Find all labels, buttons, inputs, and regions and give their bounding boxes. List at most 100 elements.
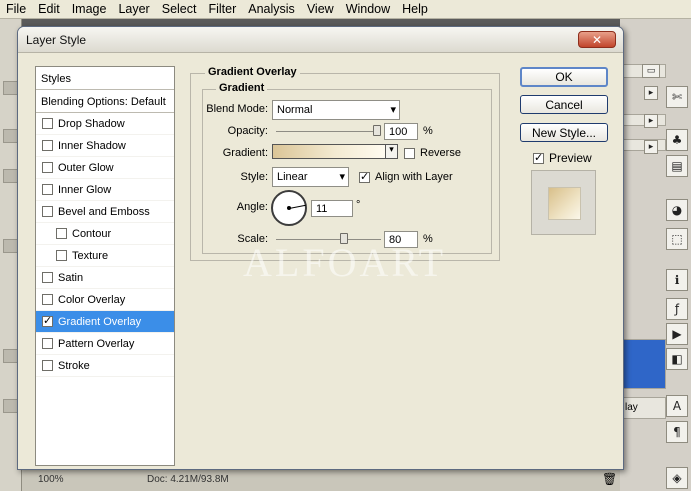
preview-checkbox[interactable]: Preview (533, 151, 592, 165)
style-item-inner-glow[interactable]: Inner Glow (36, 179, 174, 201)
menu-item-edit[interactable]: Edit (32, 0, 66, 19)
chevron-down-icon: ▾ (389, 145, 394, 155)
style-checkbox[interactable] (56, 228, 67, 239)
style-checkbox[interactable] (42, 118, 53, 129)
style-item-label: Color Overlay (58, 293, 126, 306)
cancel-button[interactable]: Cancel (520, 95, 608, 114)
doc-size: Doc: 4.21M/93.8M (147, 474, 229, 485)
watermark: ALFOART (243, 240, 447, 285)
style-checkbox[interactable] (42, 206, 53, 217)
panel-arrow-icon[interactable]: ▸ (644, 114, 658, 128)
gradient-subtitle: Gradient (216, 82, 268, 94)
style-item-stroke[interactable]: Stroke (36, 355, 174, 377)
clone-source-icon[interactable]: ▤ (666, 155, 688, 177)
style-item-texture[interactable]: Texture (36, 245, 174, 267)
close-icon: ✕ (591, 32, 603, 47)
style-item-contour[interactable]: Contour (36, 223, 174, 245)
angle-dial[interactable] (271, 190, 307, 226)
brush-preset-icon[interactable]: ♣ (666, 129, 688, 151)
reverse-checkbox[interactable]: Reverse (404, 147, 461, 159)
menu-item-layer[interactable]: Layer (112, 0, 155, 19)
panel-strip (620, 139, 666, 151)
gradient-swatch[interactable] (272, 144, 386, 159)
panel-strip (620, 114, 666, 126)
angle-input[interactable]: 11 (311, 200, 353, 217)
style-item-color-overlay[interactable]: Color Overlay (36, 289, 174, 311)
menu-item-image[interactable]: Image (66, 0, 113, 19)
opacity-slider-track[interactable] (276, 131, 381, 132)
style-item-drop-shadow[interactable]: Drop Shadow (36, 113, 174, 135)
menu-bar: File Edit Image Layer Select Filter Analysis Vi… (0, 0, 691, 19)
reverse-checkbox-box[interactable] (404, 147, 415, 159)
style-item-label: Outer Glow (58, 161, 114, 174)
character-icon[interactable]: A (666, 395, 688, 417)
close-button[interactable]: ✕ (578, 31, 616, 48)
style-item-pattern-overlay[interactable]: Pattern Overlay (36, 333, 174, 355)
menu-item-view[interactable]: View (301, 0, 340, 19)
maximize-icon[interactable]: ▭ (642, 64, 660, 78)
color-icon[interactable]: ◕ (666, 199, 688, 221)
align-checkbox-box[interactable] (359, 170, 370, 183)
info-icon[interactable]: ℹ (666, 269, 688, 291)
blending-options-item[interactable]: Blending Options: Default (36, 90, 174, 113)
reverse-label: Reverse (420, 147, 461, 159)
fx-icon[interactable]: ƒ (666, 298, 688, 320)
style-item-label: Contour (72, 227, 112, 240)
new-style-button[interactable]: New Style... (520, 123, 608, 142)
status-bar: 100% Doc: 4.21M/93.8M 🗑 (22, 468, 620, 491)
layers-comp-icon[interactable]: ◧ (666, 348, 688, 370)
style-item-inner-shadow[interactable]: Inner Shadow (36, 135, 174, 157)
style-item-satin[interactable]: Satin (36, 267, 174, 289)
layers-icon[interactable]: ◈ (666, 467, 688, 489)
style-checkbox[interactable] (42, 294, 53, 305)
preview-swatch (548, 187, 581, 220)
tools-icon[interactable]: ✄ (666, 86, 688, 108)
style-item-label: Texture (72, 249, 109, 262)
angle-unit: ° (356, 199, 361, 211)
style-checkbox[interactable] (42, 360, 53, 371)
style-checkbox[interactable] (42, 272, 53, 283)
style-value: Linear (277, 171, 308, 183)
menu-item-analysis[interactable]: Analysis (242, 0, 301, 19)
style-item-label: Inner Glow (58, 183, 112, 196)
opacity-slider-thumb[interactable] (373, 125, 381, 136)
style-item-gradient-overlay[interactable]: Gradient Overlay (36, 311, 174, 333)
style-item-outer-glow[interactable]: Outer Glow (36, 157, 174, 179)
align-with-layer-checkbox[interactable]: Align with Layer (359, 170, 453, 183)
paragraph-icon[interactable]: ¶ (666, 421, 688, 443)
opacity-input[interactable]: 100 (384, 123, 418, 140)
blend-mode-label: Blend Mode: (206, 103, 268, 115)
menu-item-file[interactable]: File (0, 0, 32, 19)
style-item-label: Drop Shadow (58, 117, 125, 130)
navigator-icon[interactable]: ⬚ (666, 228, 688, 250)
style-checkbox[interactable] (42, 338, 53, 349)
gradient-overlay-title: Gradient Overlay (205, 66, 300, 78)
actions-icon[interactable]: ▶ (666, 323, 688, 345)
style-item-bevel-and-emboss[interactable]: Bevel and Emboss (36, 201, 174, 223)
styles-header[interactable]: Styles (36, 67, 174, 90)
align-label: Align with Layer (375, 171, 453, 183)
gradient-dropdown[interactable]: ▾ (386, 144, 398, 159)
preview-label: Preview (549, 151, 592, 165)
menu-item-window[interactable]: Window (340, 0, 396, 19)
panel-arrow-icon[interactable]: ▸ (644, 140, 658, 154)
panel-arrow-icon[interactable]: ▸ (644, 86, 658, 100)
blend-mode-select[interactable]: Normal (272, 100, 400, 120)
angle-dial-center (287, 206, 291, 210)
angle-value: 11 (316, 203, 328, 215)
menu-item-filter[interactable]: Filter (202, 0, 242, 19)
style-checkbox[interactable] (42, 162, 53, 173)
layer-style-dialog: Layer Style ✕ Styles Blending Options: D… (17, 26, 624, 470)
trash-icon[interactable]: 🗑 (602, 472, 617, 486)
menu-item-select[interactable]: Select (156, 0, 203, 19)
style-select[interactable]: Linear (272, 167, 349, 187)
style-checkbox[interactable] (56, 250, 67, 261)
preview-checkbox-box[interactable] (533, 151, 544, 164)
zoom-readout: 100% (38, 474, 64, 485)
style-checkbox[interactable] (42, 184, 53, 195)
menu-item-help[interactable]: Help (396, 0, 434, 19)
ok-button[interactable]: OK (520, 67, 608, 87)
style-checkbox[interactable] (42, 314, 53, 327)
style-checkbox[interactable] (42, 140, 53, 151)
layer-label-fragment: lay (625, 402, 638, 413)
